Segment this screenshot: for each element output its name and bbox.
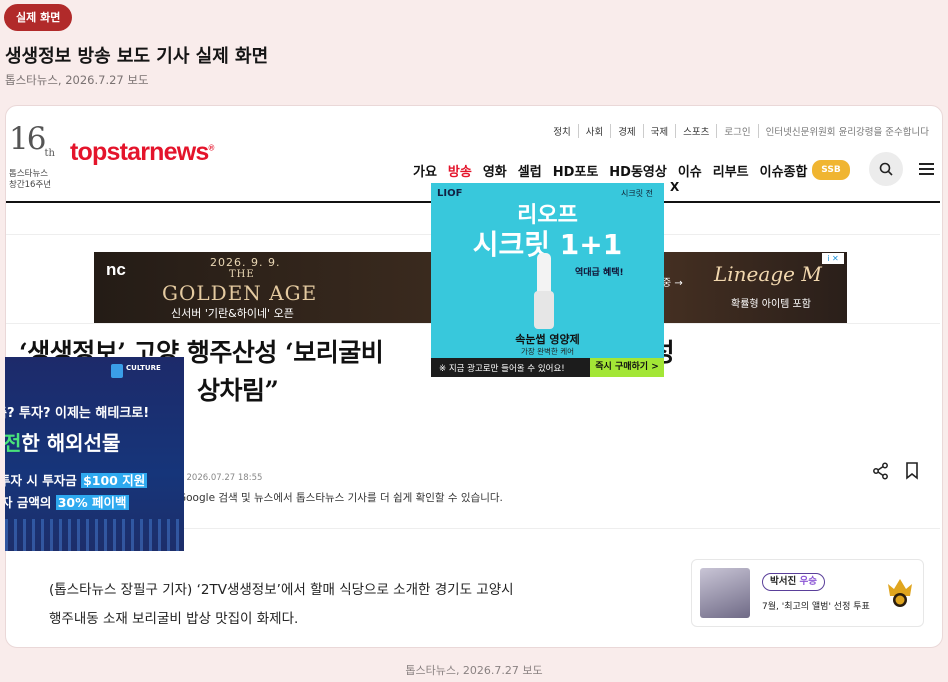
- util-link-sports[interactable]: 스포츠: [675, 124, 716, 138]
- ssb-badge[interactable]: SSB: [812, 160, 850, 180]
- winner-tag: 우승: [799, 576, 818, 587]
- util-link-society[interactable]: 사회: [577, 124, 610, 138]
- ad-prob-text: 확률형 아이템 포함: [731, 299, 811, 310]
- hamburger-menu-icon[interactable]: [919, 163, 934, 175]
- culture-line-3-text: 투자 시 투자금: [5, 473, 82, 488]
- util-link-economy[interactable]: 경제: [610, 124, 642, 138]
- anniversary-suffix: th: [44, 148, 55, 160]
- ad-game-logo: Lineage M: [714, 262, 822, 286]
- main-nav: 가요 방송 영화 셀럽 HD포토 HD동영상 이슈 리부트 이슈종합: [413, 161, 808, 180]
- brand-mark: ®: [208, 143, 214, 153]
- culture-decoration: [5, 519, 184, 551]
- ad-the: THE: [229, 269, 255, 280]
- anniversary-number: 16: [9, 121, 46, 157]
- culture-logo-icon: [111, 364, 123, 378]
- login-link[interactable]: 로그인: [716, 124, 757, 138]
- body-paragraph-line-2: 행주내동 소재 보리굴비 밥상 맛집이 화제다.: [49, 611, 299, 627]
- google-news-note[interactable]: Google 검색 및 뉴스에서 톱스타뉴스 기사를 더 쉽게 확인할 수 있습…: [178, 490, 503, 505]
- culture-line-4-highlight: 30% 페이백: [55, 495, 129, 510]
- buy-now-button[interactable]: 즉시 구매하기 >: [590, 358, 664, 377]
- nav-item-broadcast[interactable]: 방송: [448, 161, 472, 180]
- close-icon[interactable]: X: [670, 180, 679, 194]
- anniversary-text-2: 창간16주년: [9, 180, 52, 191]
- ethics-notice[interactable]: 인터넷신문위원회 윤리강령을 준수합니다: [757, 124, 936, 138]
- ad-date: 2026. 9. 9.: [210, 256, 281, 269]
- body-paragraph-line-1: (톱스타뉴스 장필구 기자) ‘2TV생생정보’에서 할매 식당으로 소개한 경…: [49, 582, 514, 598]
- share-icon[interactable]: [872, 462, 890, 480]
- search-icon: [879, 162, 893, 176]
- culture-line-2-text: 한 해외선물: [21, 431, 121, 455]
- anniversary-text-1: 톱스타뉴스: [9, 169, 49, 180]
- nav-item-movie[interactable]: 영화: [483, 161, 507, 180]
- vote-widget[interactable]: 박서진 우승 7월, '최고의 앨범' 선정 투표: [691, 559, 924, 627]
- liof-line-5: 가장 완벽한 케어: [520, 347, 575, 356]
- winner-pill: 박서진 우승: [762, 573, 826, 591]
- liof-cta-bar: ※ 지금 광고로만 들어올 수 있어요! 즉시 구매하기 >: [431, 358, 664, 377]
- liof-cta-note: ※ 지금 광고로만 들어올 수 있어요!: [439, 364, 565, 374]
- culture-line-4-text: 자 금액의: [5, 495, 56, 510]
- liof-popup-ad[interactable]: LIOF 시크릿 전 리오프 시크릿 1+1 역대급 혜택! 속눈썹 영양제 가…: [431, 183, 664, 377]
- culture-line-2-highlight: 전: [5, 431, 22, 455]
- nav-item-reboot[interactable]: 리부트: [713, 161, 749, 180]
- widget-caption: 7월, '최고의 앨범' 선정 투표: [762, 602, 870, 612]
- culture-popup-ad[interactable]: CULTURE 축? 투자? 이제는 해테크로! 전한 해외선물 투자 시 투자…: [5, 357, 184, 551]
- nav-item-hd-photo[interactable]: HD포토: [553, 161, 599, 180]
- badge-label: 실제 화면: [4, 4, 73, 31]
- culture-logo: CULTURE: [126, 364, 161, 372]
- ad-title: GOLDEN AGE: [162, 281, 318, 305]
- culture-line-4: 자 금액의 30% 페이백: [5, 492, 129, 511]
- nav-item-issue[interactable]: 이슈: [678, 161, 702, 180]
- nav-item-celeb[interactable]: 셀럽: [518, 161, 542, 180]
- footer-caption: 톱스타뉴스, 2026.7.27 보도: [405, 664, 543, 677]
- nav-item-hd-video[interactable]: HD동영상: [609, 161, 667, 180]
- article-date: 정 2026.07.27 18:55: [176, 473, 263, 483]
- product-cap: [534, 291, 554, 329]
- culture-line-1: 축? 투자? 이제는 해테크로!: [5, 406, 150, 421]
- util-link-international[interactable]: 국제: [642, 124, 675, 138]
- article-body: (톱스타뉴스 장필구 기자) ‘2TV생생정보’에서 할매 식당으로 소개한 경…: [49, 576, 649, 634]
- ad-brand: nc: [106, 260, 126, 279]
- nav-item-music[interactable]: 가요: [413, 161, 437, 180]
- bookmark-icon[interactable]: [905, 462, 919, 480]
- nav-item-issue-total[interactable]: 이슈종합: [760, 161, 808, 180]
- liof-line-4: 속눈썹 영양제: [515, 333, 580, 346]
- anniversary-logo[interactable]: 16th 톱스타뉴스 창간16주년: [9, 124, 65, 191]
- widget-thumbnail: [700, 568, 750, 618]
- page-subtitle: 톱스타뉴스, 2026.7.27 보도: [5, 73, 149, 87]
- liof-line-3: 역대급 혜택!: [575, 268, 624, 278]
- page-title: 생생정보 방송 보도 기사 실제 화면: [5, 46, 269, 67]
- site-logo[interactable]: topstarnews®: [70, 138, 214, 167]
- utility-menu: 정치 사회 경제 국제 스포츠 로그인 인터넷신문위원회 윤리강령을 준수합니다: [546, 124, 936, 138]
- util-link-politics[interactable]: 정치: [546, 124, 577, 138]
- culture-line-3: 투자 시 투자금 $100 지원: [5, 470, 148, 489]
- ad-mid-text: 중 →: [662, 278, 683, 289]
- culture-line-3-highlight: $100 지원: [81, 473, 148, 488]
- crown-trophy-icon: [888, 579, 912, 607]
- culture-line-2: 전한 해외선물: [5, 427, 120, 456]
- brand-name: topstarnews: [70, 138, 209, 166]
- search-button[interactable]: [869, 152, 903, 186]
- ad-server-text: 신서버 '기란&하이네' 오픈: [171, 307, 294, 320]
- adchoices-icon[interactable]: i ✕: [822, 253, 844, 264]
- winner-name: 박서진: [770, 576, 797, 587]
